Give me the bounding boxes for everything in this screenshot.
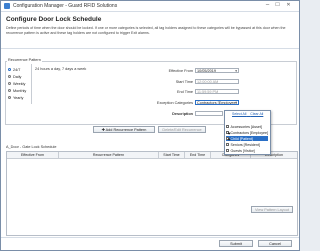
start-time-value: 12:00:00 AM xyxy=(197,80,219,84)
add-recurrence-label: Add Recurrence Pattern xyxy=(105,128,147,132)
list-item-label: Guests [Visitor] xyxy=(230,148,255,153)
list-item[interactable]: Contractors [Employee] xyxy=(226,130,268,135)
end-time-label: End Time xyxy=(176,90,193,94)
page-title: Configure Door Lock Schedule xyxy=(6,16,102,23)
exception-categories-label: Exception Categories xyxy=(156,101,193,105)
recurrence-pattern-label: Recurrence Pattern xyxy=(7,58,42,62)
effective-from-value: 10/05/2019 xyxy=(197,69,217,73)
list-item-label: Child [Patient] xyxy=(230,136,253,141)
checkbox[interactable] xyxy=(226,131,229,134)
delete-edit-recurrence-button[interactable]: Delete/Edit Recurrence xyxy=(158,126,206,133)
radio-indicator xyxy=(8,96,11,99)
view-pattern-layout-button[interactable]: View Pattern Layout xyxy=(251,206,293,213)
radio-24-7[interactable]: 24/7 xyxy=(8,67,20,72)
list-item-label: Accessories [Asset] xyxy=(230,124,262,129)
select-all-link[interactable]: Select All xyxy=(232,112,246,116)
description-field[interactable] xyxy=(195,111,223,116)
exception-categories-dropdown[interactable]: Contractors [Employee] ▾ xyxy=(195,100,239,105)
submit-button[interactable]: Submit xyxy=(219,240,253,247)
app-icon xyxy=(4,3,10,9)
column-start-time[interactable]: Start Time xyxy=(159,152,185,158)
list-item-label: Seniors [Resident] xyxy=(230,142,260,147)
schedule-table: Effective From Recurrence Pattern Start … xyxy=(6,151,298,236)
exception-categories-value: Contractors [Employee] xyxy=(197,101,237,105)
dropdown-links: Select All Clear All xyxy=(232,112,263,116)
configure-door-lock-window: Configuration Manager - Guard RFID Solut… xyxy=(0,0,300,251)
divider xyxy=(1,48,299,49)
description-label: Description xyxy=(172,112,193,116)
exception-categories-list: Select All Clear All Accessories [Asset]… xyxy=(224,110,271,155)
radio-label: Daily xyxy=(13,74,22,79)
radio-label: 24/7 xyxy=(13,67,21,72)
chevron-down-icon[interactable]: ▾ xyxy=(235,101,237,104)
column-recurrence-pattern[interactable]: Recurrence Pattern xyxy=(59,152,159,158)
effective-from-label: Effective From xyxy=(168,69,193,73)
list-item[interactable]: Accessories [Asset] xyxy=(226,124,268,129)
checkbox[interactable] xyxy=(226,149,229,152)
checkbox[interactable] xyxy=(226,137,229,140)
start-time-field[interactable]: 12:00:00 AM xyxy=(195,79,239,84)
checkbox[interactable] xyxy=(226,125,229,128)
add-recurrence-pattern-button[interactable]: ✚ Add Recurrence Pattern xyxy=(93,126,155,133)
radio-monthly[interactable]: Monthly xyxy=(8,88,26,93)
radio-weekly[interactable]: Weekly xyxy=(8,81,25,86)
end-time-field[interactable]: 11:59:59 PM xyxy=(195,89,239,94)
page-description: Define periods of time when the door sho… xyxy=(6,26,286,35)
maximize-button[interactable]: ☐ xyxy=(273,2,282,9)
radio-label: Weekly xyxy=(13,81,26,86)
radio-daily[interactable]: Daily xyxy=(8,74,21,79)
list-item[interactable]: Seniors [Resident] xyxy=(226,142,268,147)
delete-edit-label: Delete/Edit Recurrence xyxy=(162,128,202,132)
start-time-label: Start Time xyxy=(175,80,193,84)
radio-indicator xyxy=(8,82,11,85)
radio-indicator xyxy=(8,68,11,71)
radio-indicator xyxy=(8,89,11,92)
radio-separator xyxy=(31,64,32,104)
list-item-label: Contractors [Employee] xyxy=(230,130,268,135)
title-bar: Configuration Manager - Guard RFID Solut… xyxy=(1,1,299,12)
list-item[interactable]: Child [Patient] xyxy=(226,136,268,141)
checkbox[interactable] xyxy=(226,143,229,146)
schedule-label: A_Door - Gate Lock Schedule xyxy=(6,145,57,149)
effective-from-field[interactable]: 10/05/2019 ▾ xyxy=(195,68,239,73)
radio-label: Yearly xyxy=(13,95,24,100)
column-end-time[interactable]: End Time xyxy=(185,152,211,158)
pattern-summary: 24 hours a day, 7 days a week xyxy=(35,67,87,71)
list-item[interactable]: Guests [Visitor] xyxy=(226,148,268,153)
clear-all-link[interactable]: Clear All xyxy=(250,112,263,116)
cancel-button[interactable]: Cancel xyxy=(258,240,292,247)
window-title: Configuration Manager - Guard RFID Solut… xyxy=(13,3,118,9)
radio-yearly[interactable]: Yearly xyxy=(8,95,23,100)
minimize-button[interactable]: – xyxy=(263,2,272,9)
end-time-value: 11:59:59 PM xyxy=(197,90,219,94)
column-effective-from[interactable]: Effective From xyxy=(7,152,59,158)
calendar-dropdown-icon[interactable]: ▾ xyxy=(235,69,237,72)
divider xyxy=(1,237,299,238)
close-button[interactable]: ✕ xyxy=(284,2,293,9)
radio-indicator xyxy=(8,75,11,78)
radio-label: Monthly xyxy=(13,88,27,93)
